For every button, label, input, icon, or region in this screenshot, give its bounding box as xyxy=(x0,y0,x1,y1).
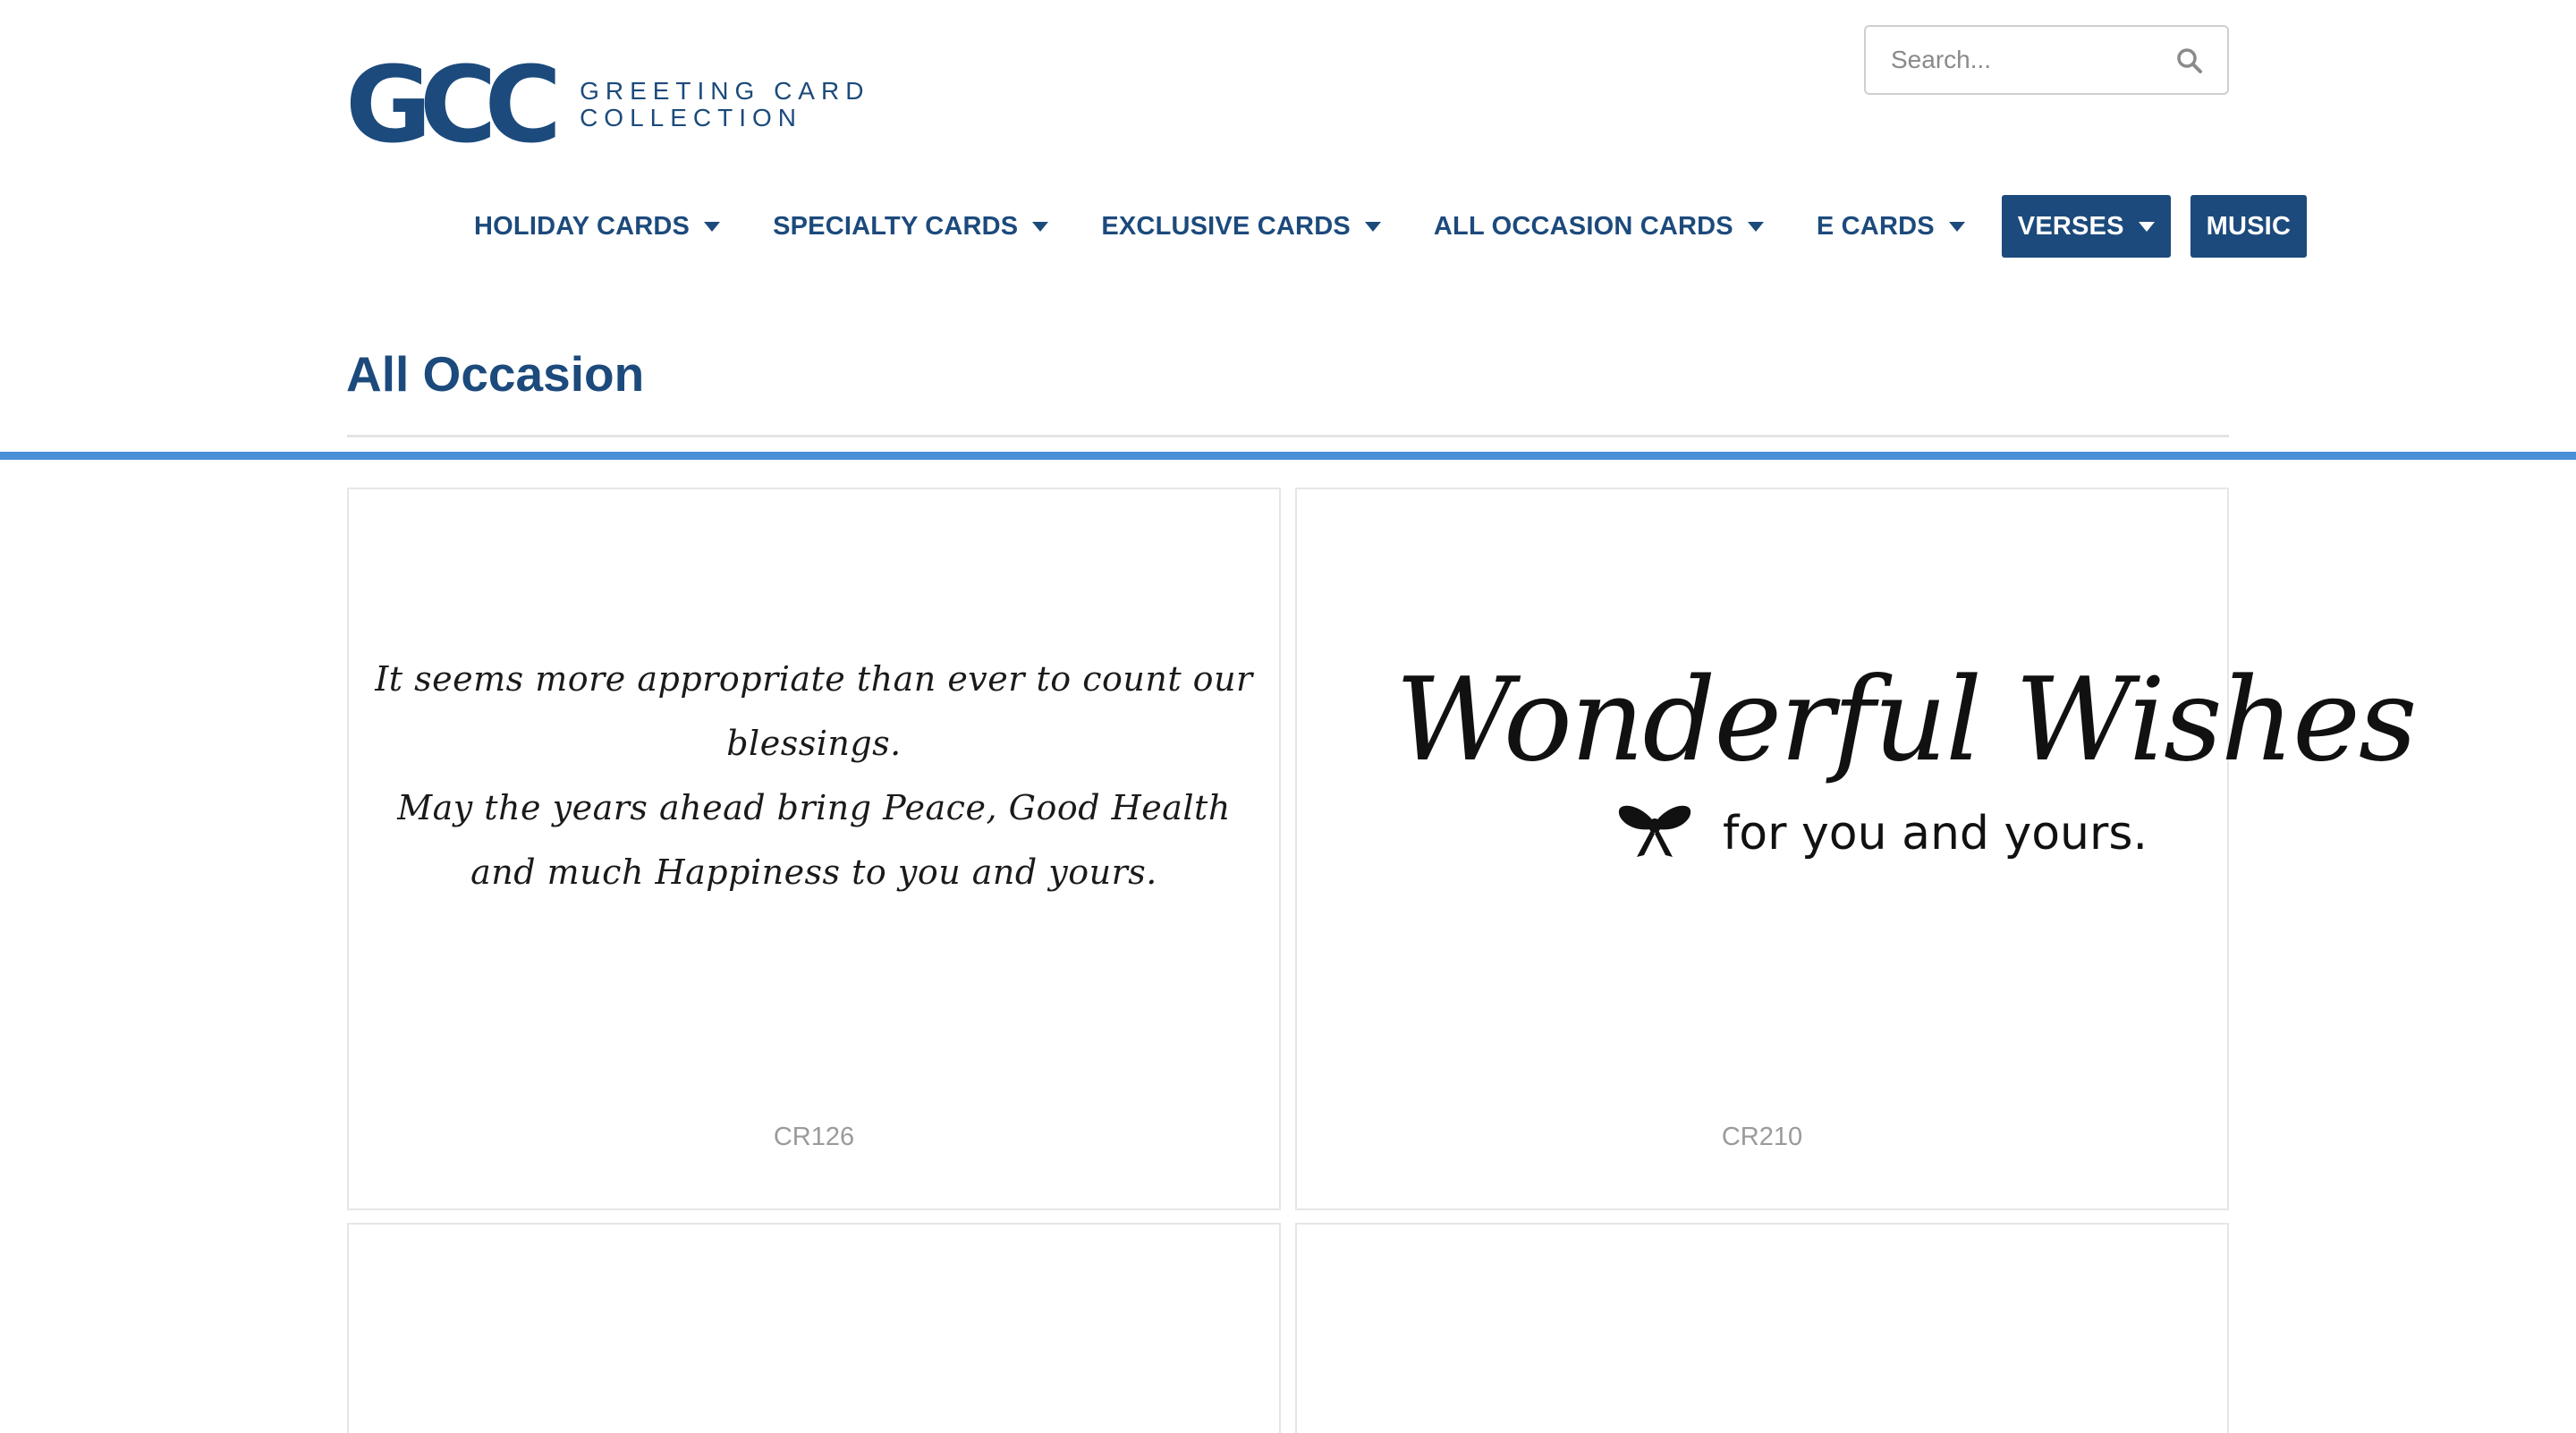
nav-item-label: VERSES xyxy=(2017,211,2124,241)
caret-down-icon xyxy=(2138,221,2155,232)
nav-item-label: MUSIC xyxy=(2206,211,2292,241)
nav-item-label: EXCLUSIVE CARDS xyxy=(1101,211,1351,241)
bow-icon xyxy=(1618,805,1691,857)
card-code: CR126 xyxy=(773,1123,855,1151)
nav-item-all-occasion-cards[interactable]: ALL OCCASION CARDS xyxy=(1418,195,1780,258)
card-artwork xyxy=(1719,1425,1835,1433)
caret-down-icon xyxy=(1948,221,1965,232)
card-tile[interactable]: Wonderful Wishes for you and yours. CR21… xyxy=(1295,488,2417,1210)
card-sub-text: for you and yours. xyxy=(1723,807,2148,861)
verse-line: May the years ahead bring Peace, Good He… xyxy=(397,788,1231,827)
card-tile[interactable] xyxy=(347,1223,1281,1433)
caret-down-icon xyxy=(1032,221,1049,232)
card-image[interactable]: It seems more appropriate than ever to c… xyxy=(349,489,1279,1062)
caret-down-icon xyxy=(1747,221,1764,232)
search-box xyxy=(1864,25,2229,95)
main-nav: HOLIDAY CARDS SPECIALTY CARDS EXCLUSIVE … xyxy=(0,195,2576,460)
card-artwork: Wonderful Wishes for you and yours. xyxy=(1395,664,2417,887)
card-code: CR210 xyxy=(1721,1123,1803,1151)
card-verse: It seems more appropriate than ever to c… xyxy=(349,647,1279,904)
card-tile[interactable]: It seems more appropriate than ever to c… xyxy=(347,488,1281,1210)
logo-mark: GCC xyxy=(345,43,562,166)
verse-line: and much Happiness to you and yours. xyxy=(470,852,1157,892)
card-tile[interactable] xyxy=(1295,1223,2229,1433)
card-script-text: Wonderful Wishes xyxy=(1395,654,2417,787)
title-divider xyxy=(347,435,2229,437)
page-title: All Occasion xyxy=(346,346,645,402)
nav-item-label: E CARDS xyxy=(1816,211,1935,241)
card-image[interactable]: Wonderful Wishes for you and yours. xyxy=(1297,489,2417,1062)
logo-line-1: GREETING CARD xyxy=(580,77,870,105)
site-header: GCC GREETING CARD COLLECTION HOLIDAY CAR… xyxy=(0,0,2576,460)
nav-underline xyxy=(0,452,2576,460)
nav-item-label: SPECIALTY CARDS xyxy=(773,211,1019,241)
nav-item-label: ALL OCCASION CARDS xyxy=(1433,211,1733,241)
site-logo[interactable]: GCC GREETING CARD COLLECTION xyxy=(345,52,869,157)
nav-item-music[interactable]: MUSIC xyxy=(2190,195,2308,258)
nav-item-holiday-cards[interactable]: HOLIDAY CARDS xyxy=(458,195,736,258)
caret-down-icon xyxy=(704,221,721,232)
nav-item-exclusive-cards[interactable]: EXCLUSIVE CARDS xyxy=(1085,195,1397,258)
search-icon[interactable] xyxy=(2175,47,2204,75)
logo-line-2: COLLECTION xyxy=(580,104,802,131)
caret-down-icon xyxy=(1364,221,1381,232)
search-input[interactable] xyxy=(1891,46,2177,74)
nav-item-label: HOLIDAY CARDS xyxy=(474,211,691,241)
logo-wordmark: GREETING CARD COLLECTION xyxy=(580,78,869,131)
nav-item-verses[interactable]: VERSES xyxy=(2001,195,2171,258)
nav-item-e-cards[interactable]: E CARDS xyxy=(1801,195,1981,258)
verse-line: It seems more appropriate than ever to c… xyxy=(375,659,1253,763)
nav-item-specialty-cards[interactable]: SPECIALTY CARDS xyxy=(757,195,1064,258)
